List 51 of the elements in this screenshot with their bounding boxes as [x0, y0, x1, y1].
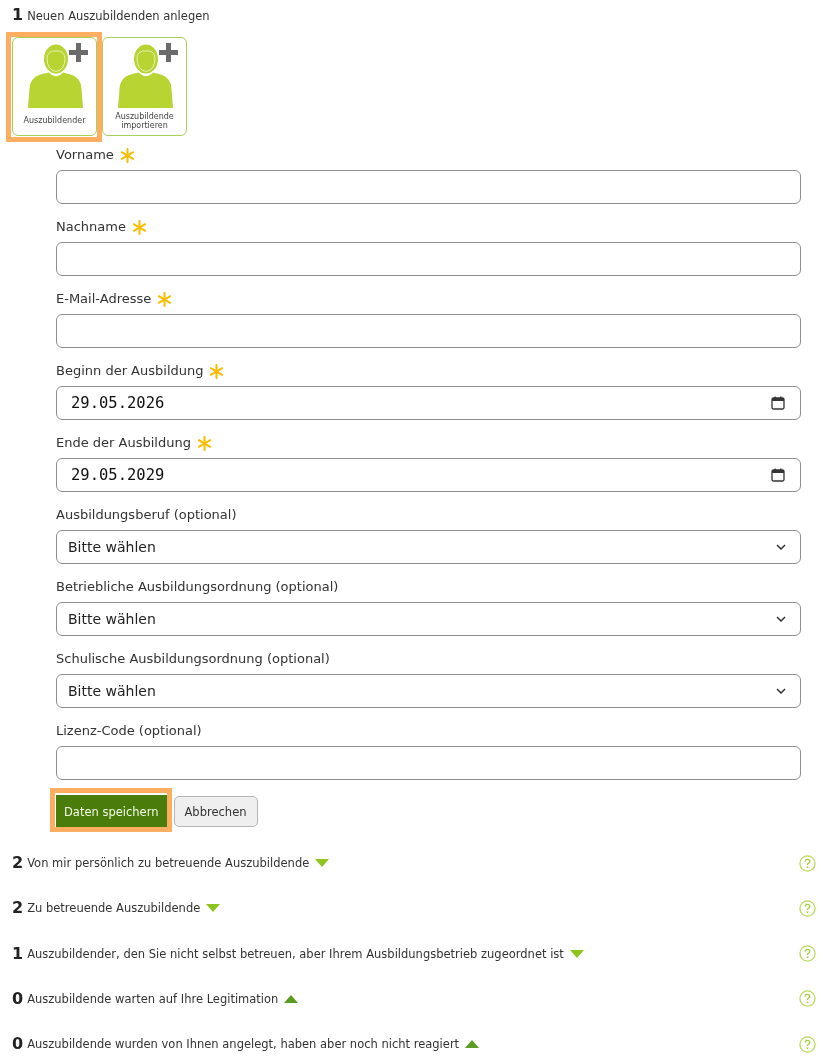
caret-up-icon[interactable]: [465, 1040, 480, 1048]
section-number: 2: [12, 854, 24, 872]
chevron-down-icon[interactable]: [776, 544, 786, 550]
text-input[interactable]: [56, 314, 801, 348]
field-label: Betriebliche Ausbildungsordnung (optional): [56, 579, 339, 595]
field-label: Nachname: [56, 219, 126, 235]
section-title: Auszubildende wurden von Ihnen angelegt, haben aber noch nicht reagiert: [27, 1037, 460, 1051]
help-icon[interactable]: [799, 990, 816, 1008]
section-number: 0: [12, 1035, 24, 1053]
section-number: 1: [12, 944, 24, 963]
section-number: 0: [12, 989, 24, 1008]
caret-down-icon[interactable]: [206, 904, 221, 913]
calendar-icon[interactable]: [771, 468, 785, 482]
field-label: E-Mail-Adresse: [56, 291, 152, 307]
caret-down-icon[interactable]: [315, 859, 330, 867]
chevron-down-icon[interactable]: [776, 616, 786, 622]
section-title: Zu betreuende Auszubildende: [27, 901, 201, 916]
chevron-down-icon[interactable]: [776, 688, 786, 694]
field-label: Vorname: [56, 147, 114, 163]
field-label: Ausbildungsberuf (optional): [56, 507, 237, 523]
cancel-button[interactable]: Abbrechen: [173, 796, 258, 827]
field-label: Schulische Ausbildungsordnung (optional): [56, 651, 330, 667]
help-icon[interactable]: [799, 854, 816, 872]
section-number: 1: [12, 6, 24, 24]
add-person-icon: [117, 43, 178, 108]
option-tile[interactable]: Auszubildende importieren: [102, 37, 187, 136]
dropdown[interactable]: Bitte wählen: [56, 530, 801, 564]
date-input[interactable]: 29.05.2029: [56, 458, 801, 492]
help-icon[interactable]: [799, 945, 816, 962]
text-input[interactable]: [56, 746, 801, 780]
section-number: 2: [12, 899, 24, 918]
date-input[interactable]: 29.05.2026: [56, 386, 801, 420]
option-tile[interactable]: Auszubildender: [12, 37, 97, 136]
text-input[interactable]: [56, 170, 801, 204]
section-title: Neuen Auszubildenden anlegen: [27, 9, 210, 23]
help-icon[interactable]: [799, 899, 816, 917]
field-label: Lizenz-Code (optional): [56, 723, 202, 739]
dropdown[interactable]: Bitte wählen: [56, 674, 801, 708]
dropdown[interactable]: Bitte wählen: [56, 602, 801, 636]
caret-up-icon[interactable]: [284, 994, 299, 1003]
save-button[interactable]: Daten speichern: [56, 795, 167, 828]
help-icon[interactable]: [799, 1035, 816, 1053]
add-person-icon: [27, 43, 88, 108]
text-input[interactable]: [56, 242, 801, 276]
section-title: Auszubildende warten auf Ihre Legitimation: [27, 991, 279, 1006]
section-title: Auszubildender, den Sie nicht selbst betreuen, aber Ihrem Ausbildungsbetrieb zugeordnet ist: [27, 946, 564, 961]
field-label: Beginn der Ausbildung: [56, 363, 204, 379]
calendar-icon[interactable]: [771, 396, 785, 410]
section-title: Von mir persönlich zu betreuende Auszubildende: [27, 856, 310, 870]
field-label: Ende der Ausbildung: [56, 435, 191, 451]
caret-down-icon[interactable]: [569, 949, 584, 958]
